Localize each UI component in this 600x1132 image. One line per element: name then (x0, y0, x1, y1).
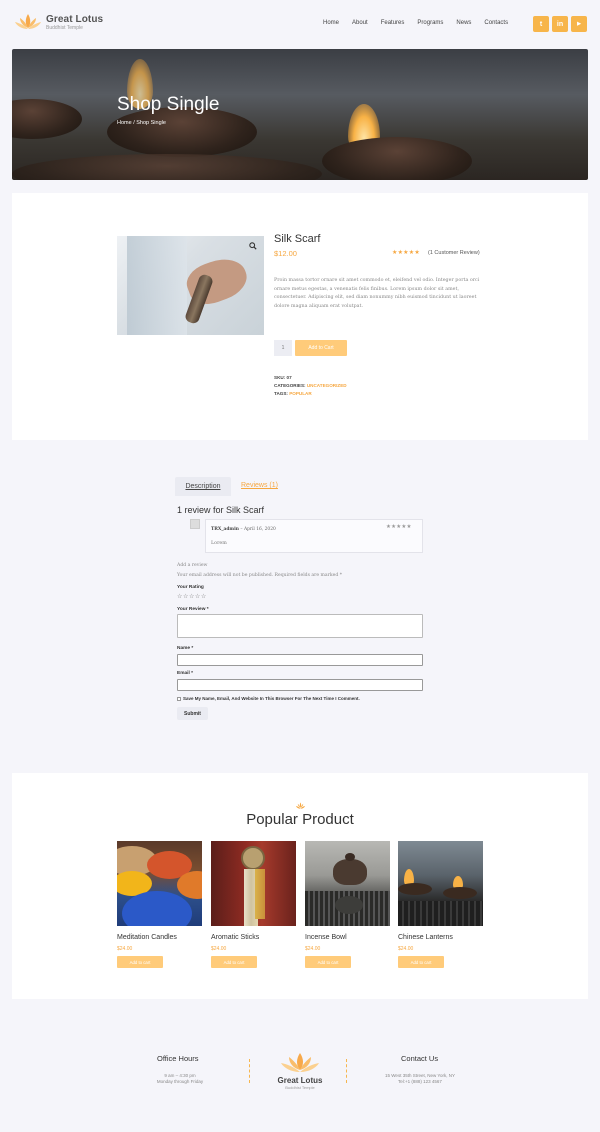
product-title: Silk Scarf (274, 233, 321, 245)
hero-bowl-decoration (12, 99, 82, 139)
tab-description[interactable]: Description (175, 477, 231, 496)
review-date: – April 16, 2020 (240, 527, 276, 532)
reviews-heading: 1 review for Silk Scarf (177, 505, 265, 515)
footer-brand-tagline: Buddhist Temple (285, 1085, 315, 1090)
nav-features[interactable]: Features (381, 20, 405, 26)
rating-label: Your Rating (177, 585, 204, 590)
tab-reviews[interactable]: Reviews (1) (241, 482, 278, 489)
add-to-cart-button[interactable]: Add to cart (211, 956, 257, 968)
customer-review-link[interactable]: (1 Customer Review) (428, 250, 480, 256)
email-label: Email * (177, 671, 193, 676)
product-card: Silk Scarf $12.00 ★★★★★ (1 Customer Revi… (12, 193, 588, 440)
rating-stars-input[interactable]: ☆☆☆☆☆ (177, 593, 207, 600)
brand-logo[interactable]: Great Lotus Buddhist Temple (14, 12, 103, 32)
nav-about[interactable]: About (352, 20, 368, 26)
product-price: $24.00 (305, 946, 321, 952)
tags-label: TAGS: (274, 391, 288, 396)
save-info-label: Save My Name, Email, And Website In This… (183, 696, 360, 701)
review-notice: Your email address will not be published… (177, 573, 343, 578)
product-card-image-aromatic-sticks[interactable] (211, 841, 296, 926)
submit-button[interactable]: Submit (177, 707, 208, 720)
nav-home[interactable]: Home (323, 20, 339, 26)
brand-name: Great Lotus (46, 13, 104, 25)
categories-label: CATEGORIES: (274, 383, 306, 388)
nav-contacts[interactable]: Contacts (484, 20, 508, 26)
footer-brand-name: Great Lotus (277, 1076, 323, 1085)
main-nav: Home About Features Programs News Contac… (323, 20, 521, 26)
review-textarea[interactable] (177, 614, 423, 638)
lotus-icon (296, 802, 305, 809)
product-description: Proin massa tortor ornare sit amet commo… (274, 278, 480, 309)
product-card-image-chinese-lanterns[interactable] (398, 841, 483, 926)
name-field[interactable] (177, 654, 423, 666)
add-to-cart-button[interactable]: Add to cart (117, 956, 163, 968)
product-name[interactable]: Meditation Candles (117, 934, 177, 941)
breadcrumb-home[interactable]: Home (117, 120, 132, 126)
category-link[interactable]: UNCATEGORIZED (307, 383, 347, 388)
review-label: Your Review * (177, 607, 209, 612)
hero-bowl-decoration (322, 137, 472, 180)
product-tags: TAGS: POPULAR (274, 391, 312, 396)
footer-divider (346, 1059, 347, 1083)
avatar (190, 519, 200, 529)
twitter-icon[interactable]: t (533, 16, 549, 32)
breadcrumb: Home / Shop Single (117, 120, 166, 126)
add-to-cart-button[interactable]: Add to Cart (295, 340, 347, 356)
nav-programs[interactable]: Programs (417, 20, 443, 26)
popular-title: Popular Product (246, 811, 354, 828)
office-hours-title: Office Hours (157, 1054, 199, 1063)
product-sku: SKU: 07 (274, 375, 292, 380)
save-info-row: Save My Name, Email, And Website In This… (177, 696, 360, 701)
product-price: $12.00 (274, 249, 297, 258)
review-text: Lorem (211, 541, 227, 546)
add-to-cart-button[interactable]: Add to cart (398, 956, 444, 968)
brand-tagline: Buddhist Temple (46, 24, 83, 31)
lotus-logo-icon (15, 14, 41, 29)
linkedin-icon[interactable]: in (552, 16, 568, 32)
save-info-checkbox[interactable] (177, 696, 181, 701)
sku-label: SKU: (274, 375, 286, 380)
site-header: Great Lotus Buddhist Temple Home About F… (0, 0, 600, 50)
product-price: $24.00 (117, 946, 133, 952)
product-categories: CATEGORIES: UNCATEGORIZED (274, 383, 347, 388)
quantity-input[interactable]: 1 (274, 340, 292, 356)
sku-value: 07 (286, 375, 292, 380)
product-name[interactable]: Chinese Lanterns (398, 934, 453, 941)
hero-bowl-decoration (12, 154, 322, 180)
page-hero (12, 49, 588, 180)
youtube-icon[interactable]: ▶ (571, 16, 587, 32)
tag-link[interactable]: POPULAR (289, 391, 311, 396)
product-price: $24.00 (398, 946, 414, 952)
contact-address: 15 West 35th Street, New York, NY (385, 1073, 455, 1078)
contact-phone[interactable]: Tel:+1 (888) 123 4567 (370, 1079, 470, 1084)
review-rating-stars: ★★★★★ (386, 524, 412, 530)
sleeve-decoration (127, 236, 187, 335)
zoom-icon[interactable] (249, 242, 259, 252)
name-label: Name * (177, 646, 194, 651)
email-field[interactable] (177, 679, 423, 691)
lotus-logo-icon (281, 1053, 319, 1072)
product-name[interactable]: Incense Bowl (305, 934, 347, 941)
product-price: $24.00 (211, 946, 227, 952)
contact-title: Contact Us (401, 1054, 439, 1063)
add-to-cart-button[interactable]: Add to cart (305, 956, 351, 968)
nav-news[interactable]: News (456, 20, 471, 26)
breadcrumb-current: Shop Single (136, 120, 166, 126)
review-author: TRX_admin (211, 527, 239, 532)
product-card-image-meditation-candles[interactable] (117, 841, 202, 926)
product-card-image-incense-bowl[interactable] (305, 841, 390, 926)
add-review-title: Add a review (177, 563, 208, 568)
review-meta: TRX_admin – April 16, 2020 (211, 527, 276, 532)
product-image[interactable] (117, 236, 264, 335)
page-title: Shop Single (117, 94, 220, 115)
product-name[interactable]: Aromatic Sticks (211, 934, 259, 941)
product-rating-stars: ★★★★★ (392, 250, 420, 256)
